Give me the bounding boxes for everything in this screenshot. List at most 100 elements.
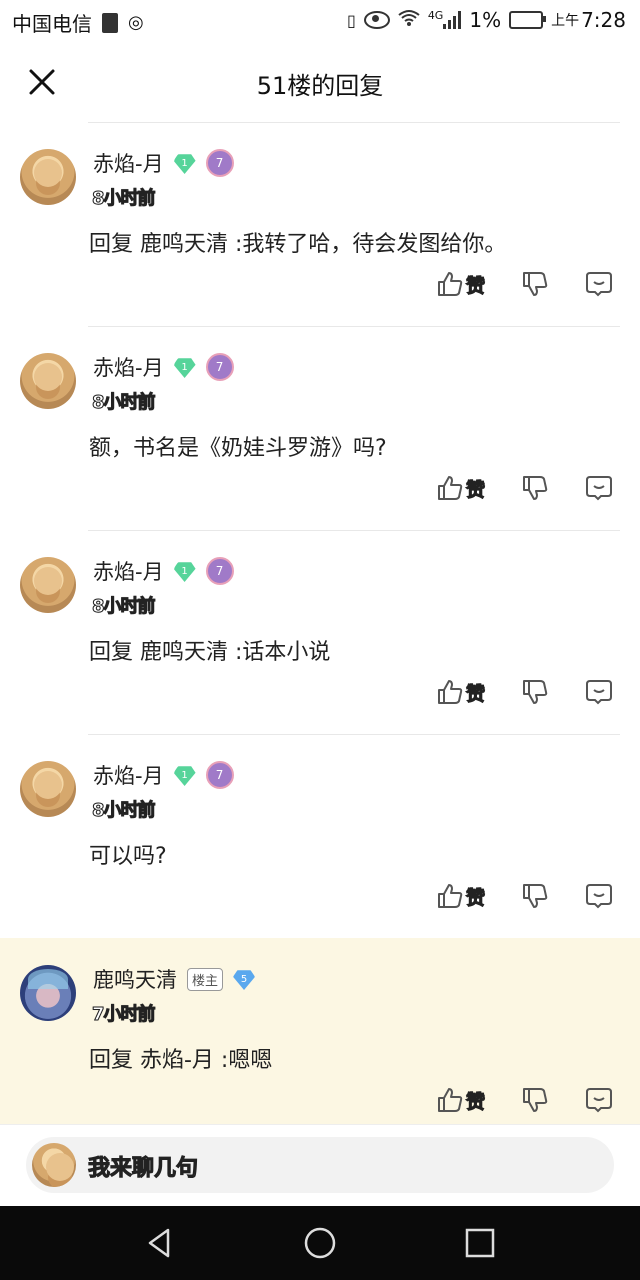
- comment-button[interactable]: [585, 474, 613, 506]
- signal-icon: [443, 11, 462, 29]
- avatar[interactable]: [20, 353, 76, 409]
- sd-card-icon: [102, 12, 118, 33]
- dislike-button[interactable]: [521, 270, 549, 302]
- reply-time: 8小时前: [92, 800, 157, 822]
- reply-content[interactable]: 额，书名是《奶娃斗罗游》吗?: [89, 430, 387, 462]
- reply-input-bar: 我来聊几句: [0, 1124, 640, 1207]
- medal-icon: 7: [205, 761, 234, 789]
- medal-icon: 7: [205, 353, 234, 381]
- avatar[interactable]: [20, 761, 76, 817]
- reply-item: 赤焰-月 1 7 8小时前 可以吗? 赞: [0, 734, 640, 938]
- thumbs-down-icon: [523, 884, 548, 908]
- comment-icon: [586, 272, 612, 297]
- dislike-button[interactable]: [521, 1086, 549, 1118]
- avatar[interactable]: [20, 965, 76, 1021]
- reply-content[interactable]: 回复 鹿鸣天清 :我转了哈，待会发图给你。: [89, 226, 506, 258]
- reply-time: 7小时前: [92, 1004, 157, 1026]
- reply-time: 8小时前: [92, 392, 157, 414]
- name-row: 赤焰-月 1 7: [93, 352, 234, 382]
- username[interactable]: 赤焰-月: [93, 352, 164, 382]
- like-label: 赞: [465, 478, 486, 501]
- reply-actions: 赞: [0, 678, 640, 718]
- header: 51楼的回复: [0, 44, 640, 122]
- username[interactable]: 赤焰-月: [93, 556, 164, 586]
- reply-item: 赤焰-月 1 7 8小时前 回复 鹿鸣天清 :我转了哈，待会发图给你。 赞: [0, 122, 640, 326]
- name-row: 赤焰-月 1 7: [93, 556, 234, 586]
- status-bar: 中国电信 ◎ ▯ 4G 1% 上午 7:28: [0, 0, 640, 44]
- reply-item: 赤焰-月 1 7 8小时前 额，书名是《奶娃斗罗游》吗? 赞: [0, 326, 640, 530]
- avatar[interactable]: [20, 149, 76, 205]
- username[interactable]: 鹿鸣天清: [93, 964, 177, 994]
- thumbs-up-icon: [438, 680, 463, 704]
- thumbs-up-icon: [438, 884, 463, 908]
- reply-item-host: 鹿鸣天清 楼主 5 7小时前 回复 赤焰-月 :嗯嗯 赞: [0, 938, 640, 1124]
- like-label: 赞: [465, 886, 486, 909]
- system-nav-bar: [0, 1206, 640, 1280]
- clock: 7:28: [581, 8, 626, 32]
- nav-recents-button[interactable]: [462, 1225, 498, 1261]
- comment-icon: [586, 476, 612, 501]
- reply-content[interactable]: 回复 赤焰-月 :嗯嗯: [89, 1042, 272, 1074]
- name-row: 赤焰-月 1 7: [93, 148, 234, 178]
- comment-button[interactable]: [585, 1086, 613, 1118]
- divider: [88, 122, 620, 123]
- reply-actions: 赞: [0, 1086, 640, 1126]
- reply-actions: 赞: [0, 882, 640, 922]
- status-right: ▯ 4G 1% 上午 7:28: [347, 8, 626, 32]
- carrier-label: 中国电信: [12, 12, 92, 36]
- like-button[interactable]: 赞: [436, 1086, 486, 1114]
- like-button[interactable]: 赞: [436, 474, 486, 502]
- wifi-icon: [398, 8, 420, 32]
- page-title: 51楼的回复: [256, 72, 384, 100]
- thumbs-down-icon: [523, 476, 548, 500]
- thumbs-down-icon: [523, 680, 548, 704]
- thumbs-down-icon: [523, 272, 548, 296]
- divider: [88, 326, 620, 327]
- host-tag: 楼主: [187, 967, 224, 991]
- thumbs-down-icon: [523, 1088, 548, 1112]
- like-label: 赞: [465, 682, 486, 705]
- comment-button[interactable]: [585, 882, 613, 914]
- name-row: 鹿鸣天清 楼主 5: [93, 964, 256, 994]
- dislike-button[interactable]: [521, 474, 549, 506]
- comment-icon: [586, 1088, 612, 1113]
- battery-icon: [509, 11, 547, 29]
- hotspot-icon: ◎: [128, 12, 144, 33]
- level-badge-icon: 1: [173, 358, 196, 378]
- nav-home-button[interactable]: [302, 1225, 338, 1261]
- medal-icon: 7: [205, 557, 234, 585]
- my-avatar: [32, 1143, 76, 1187]
- reply-time: 8小时前: [92, 188, 157, 210]
- battery-percent: 1%: [469, 8, 502, 32]
- comment-button[interactable]: [585, 678, 613, 710]
- like-button[interactable]: 赞: [436, 678, 486, 706]
- nav-back-button[interactable]: [142, 1225, 178, 1261]
- thumbs-up-icon: [438, 1088, 463, 1112]
- username[interactable]: 赤焰-月: [93, 148, 164, 178]
- like-label: 赞: [465, 274, 486, 297]
- reply-input[interactable]: 我来聊几句: [26, 1137, 614, 1193]
- thumbs-up-icon: [438, 272, 463, 296]
- reply-time: 8小时前: [92, 596, 157, 618]
- avatar[interactable]: [20, 557, 76, 613]
- input-placeholder: 我来聊几句: [87, 1156, 199, 1182]
- dislike-button[interactable]: [521, 678, 549, 710]
- name-row: 赤焰-月 1 7: [93, 760, 234, 790]
- vibrate-icon: ▯: [347, 10, 356, 30]
- level-badge-icon: 1: [173, 766, 196, 786]
- reply-content[interactable]: 回复 鹿鸣天清 :话本小说: [89, 634, 330, 666]
- level-badge-icon: 1: [173, 562, 196, 582]
- like-button[interactable]: 赞: [436, 882, 486, 910]
- reply-actions: 赞: [0, 474, 640, 514]
- comment-button[interactable]: [585, 270, 613, 302]
- like-button[interactable]: 赞: [436, 270, 486, 298]
- dislike-button[interactable]: [521, 882, 549, 914]
- network-type: 4G: [427, 8, 444, 22]
- back-triangle-icon: [148, 1228, 170, 1258]
- reply-content[interactable]: 可以吗?: [89, 838, 167, 870]
- username[interactable]: 赤焰-月: [93, 760, 164, 790]
- reply-actions: 赞: [0, 270, 640, 310]
- comment-icon: [586, 680, 612, 705]
- eye-icon: [363, 11, 390, 29]
- divider: [88, 530, 620, 531]
